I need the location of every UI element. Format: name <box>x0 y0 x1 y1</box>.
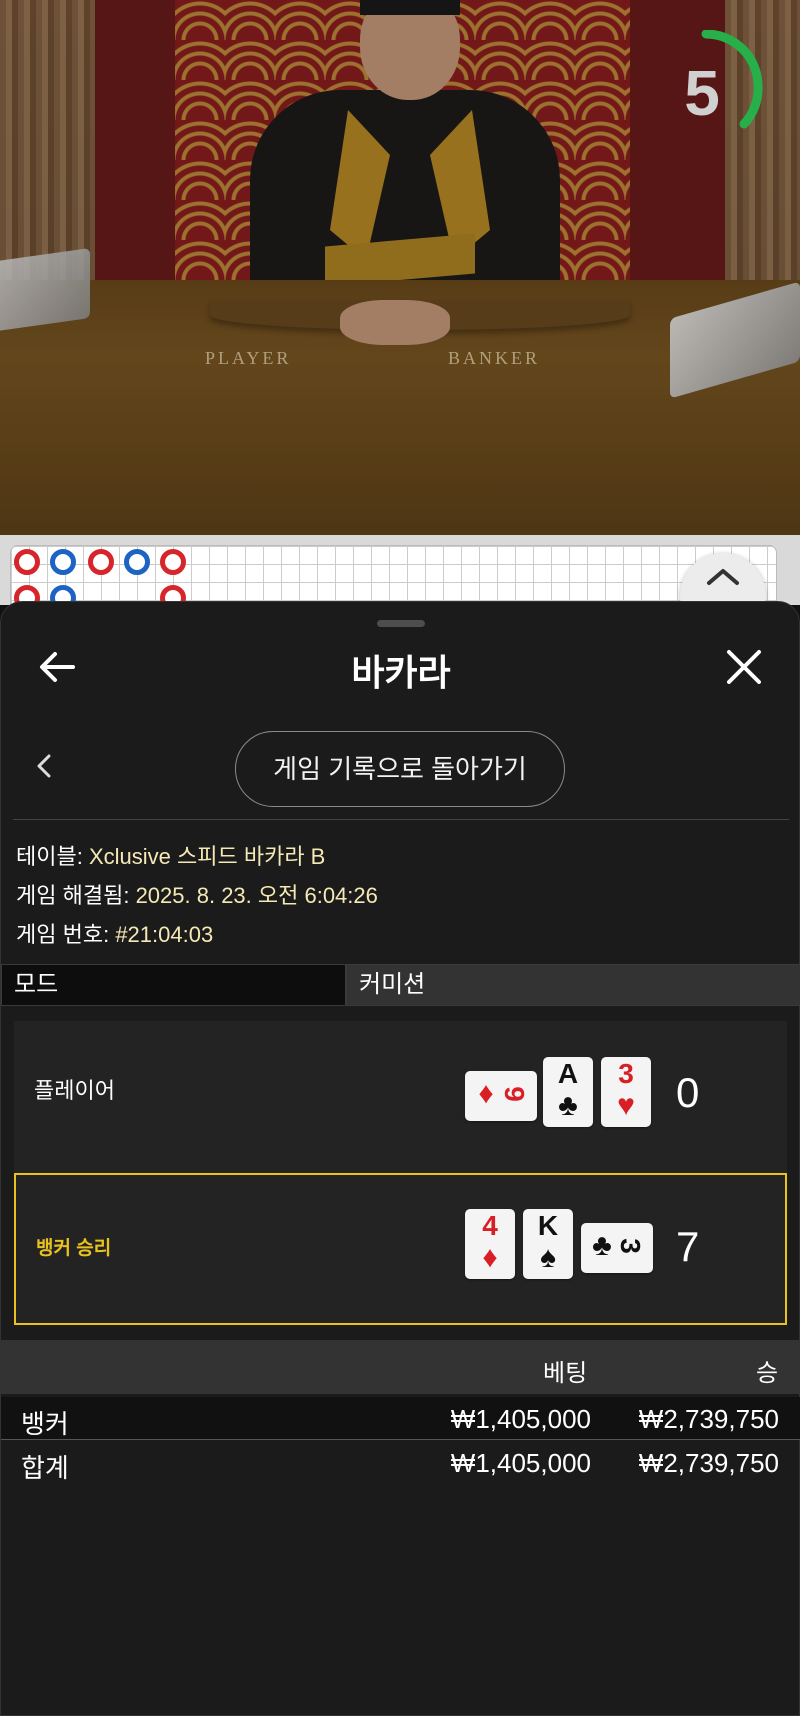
info-resolved-value: 2025. 8. 23. 오전 6:04:26 <box>135 883 378 908</box>
mode-label: 모드 <box>1 964 346 1006</box>
bead-banker <box>14 549 40 575</box>
card-suit: ♦ <box>482 1241 498 1274</box>
card-suit: ♠ <box>540 1241 556 1274</box>
sheet-drag-handle[interactable] <box>377 620 425 627</box>
banker-card-3: 3 ♣ <box>581 1223 653 1273</box>
total-bet-amount: ₩1,405,000 <box>450 1448 591 1478</box>
card-rank: 3 <box>618 1058 634 1089</box>
close-button[interactable] <box>719 642 769 692</box>
card-rank: A <box>557 1058 579 1089</box>
banker-card-2: K ♠ <box>523 1209 573 1279</box>
live-video: PLAYER BANKER 5 <box>0 0 800 535</box>
bets-table-header: 베팅 승 <box>1 1340 800 1394</box>
player-card-3: 3 ♥ <box>601 1057 651 1127</box>
total-name: 합계 <box>21 1453 69 1483</box>
player-card-2: A ♣ <box>543 1057 593 1127</box>
player-label: 플레이어 <box>34 1078 115 1103</box>
banker-score: 7 <box>676 1223 700 1270</box>
col-bet-header: 베팅 <box>543 1360 588 1387</box>
mode-value: 커미션 <box>346 964 800 1006</box>
back-to-history-button[interactable]: 게임 기록으로 돌아가기 <box>235 731 565 807</box>
info-table-value: Xclusive 스피드 바카라 B <box>88 844 326 869</box>
bead-banker <box>160 549 186 575</box>
win-amount: ₩2,739,750 <box>638 1404 779 1434</box>
countdown-timer-value: 5 <box>684 57 720 129</box>
bet-name: 뱅커 <box>21 1409 69 1439</box>
col-win-header: 승 <box>756 1360 779 1387</box>
banker-card-1: 4 ♦ <box>465 1209 515 1279</box>
info-game-number-label: 게임 번호: <box>16 922 110 947</box>
info-resolved-label: 게임 해결됨: <box>16 883 130 908</box>
chevron-left-icon <box>37 754 51 778</box>
divider <box>13 819 789 820</box>
card-suit: ♣ <box>558 1089 578 1122</box>
info-table-label: 테이블: <box>16 844 83 869</box>
game-history-sheet: 바카라 게임 기록으로 돌아가기 테이블: Xclusive 스피드 바카라 B… <box>0 601 800 1716</box>
close-icon <box>727 650 761 684</box>
bead-player <box>50 549 76 575</box>
info-resolved: 게임 해결됨: 2025. 8. 23. 오전 6:04:26 <box>16 878 378 910</box>
sheet-title: 바카라 <box>351 652 451 693</box>
roadmap-strip[interactable] <box>0 535 800 605</box>
card-rank: 9 <box>499 1086 530 1102</box>
card-suit: ♦ <box>478 1077 494 1110</box>
card-rank: 4 <box>482 1210 498 1241</box>
card-rank: 3 <box>615 1238 646 1254</box>
previous-game-button[interactable] <box>27 748 63 784</box>
card-rank: K <box>537 1210 559 1241</box>
bets-table-total-row: 합계 ₩1,405,000 ₩2,739,750 <box>1 1440 800 1483</box>
bead-banker <box>88 549 114 575</box>
bets-table-row: 뱅커 ₩1,405,000 ₩2,739,750 <box>1 1397 800 1439</box>
bet-amount: ₩1,405,000 <box>450 1404 591 1434</box>
info-game-number-value: #21:04:03 <box>115 922 214 947</box>
banker-result-row: 뱅커 승리 4 ♦ K ♠ 3 ♣ 7 <box>14 1173 787 1325</box>
banker-win-label: 뱅커 승리 <box>36 1238 112 1259</box>
total-win-amount: ₩2,739,750 <box>638 1448 779 1478</box>
player-card-1: 9 ♦ <box>465 1071 537 1121</box>
player-result-row: 플레이어 9 ♦ A ♣ 3 ♥ 0 <box>14 1021 787 1173</box>
chevron-up-icon <box>707 569 739 585</box>
card-suit: ♥ <box>617 1089 635 1122</box>
bead-player <box>124 549 150 575</box>
info-game-number: 게임 번호: #21:04:03 <box>16 917 213 949</box>
info-table: 테이블: Xclusive 스피드 바카라 B <box>16 839 325 871</box>
player-score: 0 <box>676 1069 700 1116</box>
card-suit: ♣ <box>592 1229 612 1262</box>
